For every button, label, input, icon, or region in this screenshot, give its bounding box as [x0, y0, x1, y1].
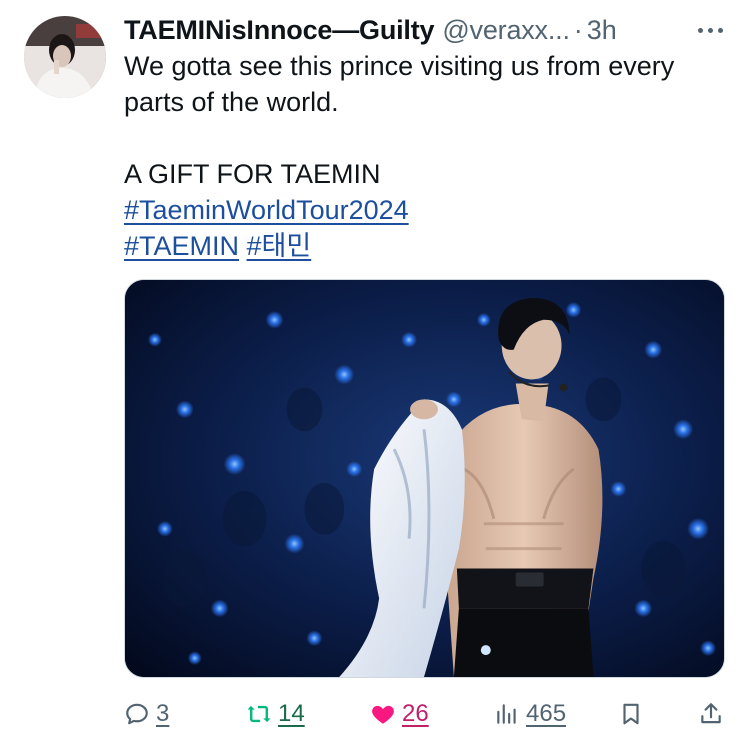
tweet[interactable]: TAEMINisInnoce—Guilty @veraxx... · 3h We… — [0, 0, 750, 744]
share-icon — [698, 701, 724, 727]
hashtag-link[interactable]: #TaeminWorldTour2024 — [124, 195, 409, 225]
views-count: 465 — [526, 700, 567, 727]
views-button[interactable]: 465 — [494, 694, 566, 734]
separator-dot: · — [573, 15, 583, 45]
retweet-count: 14 — [278, 700, 305, 727]
reply-button[interactable]: 3 — [124, 694, 169, 734]
tweet-text-line: We gotta see this prince visiting us fro… — [124, 51, 675, 117]
heart-icon — [370, 701, 396, 727]
tweet-header: TAEMINisInnoce—Guilty @veraxx... · 3h — [124, 12, 730, 48]
tweet-media-image[interactable] — [124, 279, 725, 678]
display-name[interactable]: TAEMINisInnoce—Guilty — [124, 13, 435, 47]
reply-icon — [124, 701, 150, 727]
tweet-text: We gotta see this prince visiting us fro… — [124, 48, 724, 264]
avatar[interactable] — [24, 16, 106, 98]
views-icon — [494, 701, 520, 727]
hashtag-link[interactable]: #태민 — [247, 231, 312, 261]
concert-photo — [125, 280, 724, 677]
bookmark-icon — [618, 701, 644, 727]
user-handle[interactable]: @veraxx... — [442, 13, 570, 47]
tweet-text-line: A GIFT FOR TAEMIN — [124, 159, 381, 189]
tweet-actions: 3 14 26 465 — [124, 694, 730, 734]
more-options-button[interactable] — [690, 18, 730, 42]
like-button[interactable]: 26 — [370, 694, 429, 734]
timestamp[interactable]: 3h — [587, 13, 617, 47]
retweet-button[interactable]: 14 — [246, 694, 305, 734]
reply-count: 3 — [156, 700, 170, 727]
more-horizontal-icon — [697, 27, 723, 33]
retweet-icon — [246, 701, 272, 727]
like-count: 26 — [402, 700, 429, 727]
bookmark-button[interactable] — [618, 694, 644, 734]
hashtag-link[interactable]: #TAEMIN — [124, 231, 239, 261]
share-button[interactable] — [698, 694, 724, 734]
avatar-image — [24, 16, 106, 98]
